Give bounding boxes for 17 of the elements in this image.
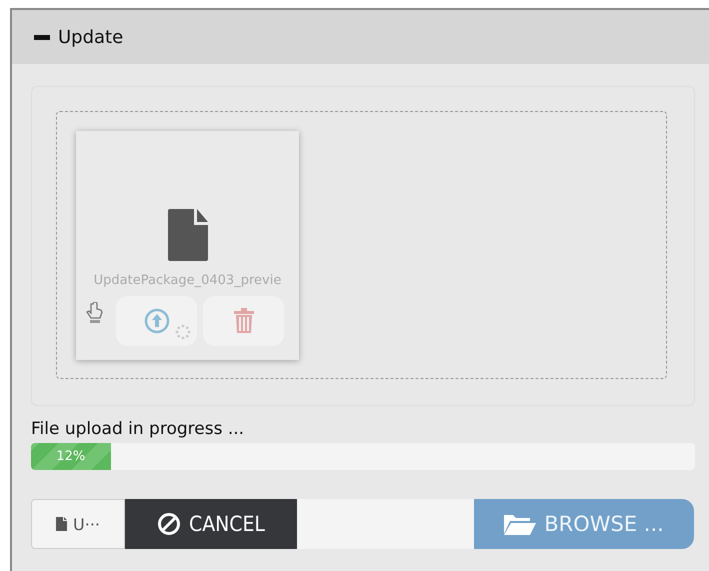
cancel-button[interactable]: CANCEL xyxy=(125,499,297,549)
hand-icon[interactable] xyxy=(86,302,104,324)
file-icon xyxy=(168,209,208,261)
file-name: UpdatePackage_0403_previe xyxy=(94,273,282,288)
progress-label: 12% xyxy=(56,449,86,464)
trash-icon xyxy=(232,308,254,334)
prohibited-icon xyxy=(157,512,182,536)
folder-icon xyxy=(504,512,536,536)
file-caption-text: U··· xyxy=(73,514,100,534)
file-name-field[interactable] xyxy=(297,499,474,549)
file-icon xyxy=(56,517,68,531)
upload-button[interactable] xyxy=(116,296,197,346)
delete-button[interactable] xyxy=(203,296,284,346)
minus-icon xyxy=(34,34,50,40)
collapse-toggle[interactable]: Update xyxy=(34,26,124,48)
upload-status: File upload in progress ... xyxy=(31,419,246,439)
upload-icon xyxy=(144,308,170,334)
